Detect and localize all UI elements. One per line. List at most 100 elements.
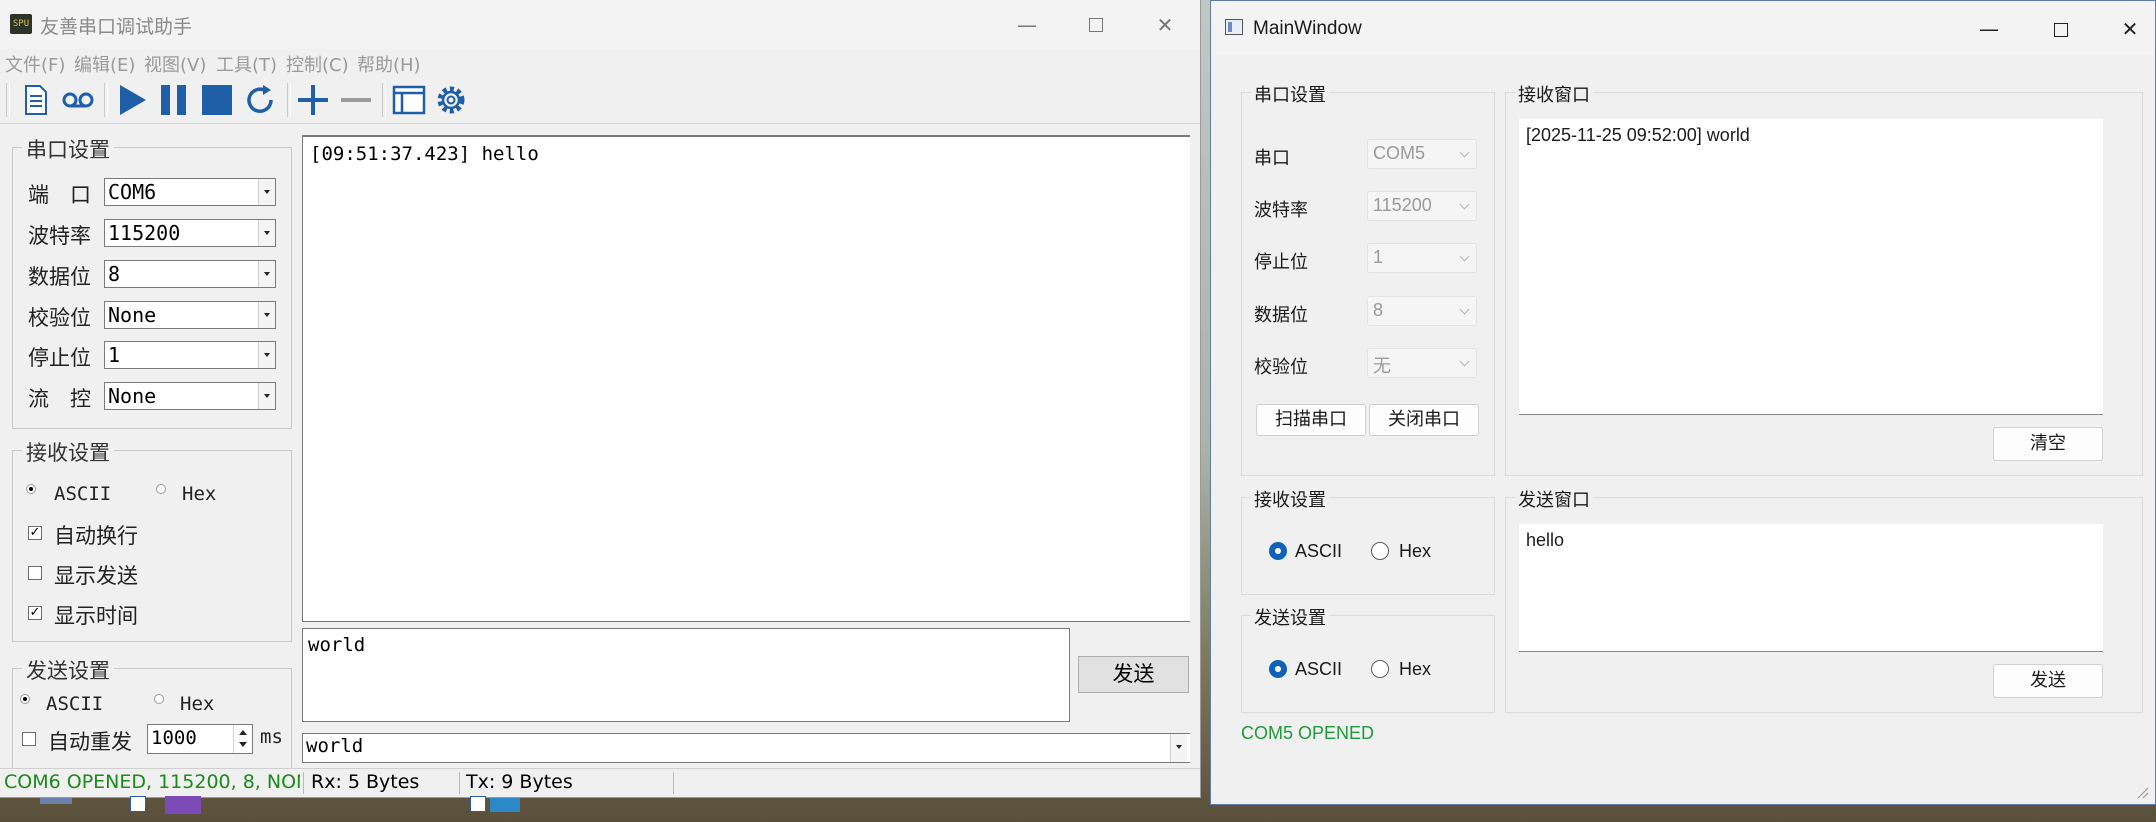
close-port-button[interactable]: 关闭串口 [1369, 404, 1479, 436]
show-time-label: 显示时间 [54, 604, 138, 628]
send-text-area[interactable]: world [302, 628, 1070, 722]
send-hex-radio[interactable] [1371, 660, 1389, 678]
title-bar: MainWindow — ✕ [1211, 1, 2155, 55]
stopbits-combo[interactable]: 1 [1367, 243, 1477, 273]
auto-newline-label: 自动换行 [54, 524, 138, 548]
recv-ascii-radio[interactable] [26, 484, 36, 494]
toolbar-grip [6, 83, 10, 117]
port-value: COM5 [1373, 143, 1426, 163]
new-file-icon[interactable] [18, 82, 54, 118]
flow-combo[interactable]: None [104, 382, 276, 410]
menu-edit[interactable]: 编辑(E) [74, 51, 135, 77]
desktop-icon [490, 798, 520, 812]
resize-grip-icon[interactable] [2135, 785, 2149, 799]
recv-hex-radio[interactable] [1371, 542, 1389, 560]
send-ascii-label: ASCII [1295, 659, 1343, 679]
recv-hex-label: Hex [1399, 541, 1432, 561]
toolbar-separator [104, 83, 108, 117]
refresh-icon[interactable] [242, 82, 278, 118]
menu-control[interactable]: 控制(C) [286, 51, 349, 77]
rx-count: Rx: 5 Bytes [311, 771, 420, 793]
send-settings-title: 发送设置 [1251, 604, 1329, 630]
auto-newline-checkbox[interactable]: ✓ [28, 526, 42, 540]
send-text-area[interactable]: hello [1519, 524, 2103, 652]
serial-settings-title: 串口设置 [1251, 81, 1329, 107]
clear-button[interactable]: 清空 [1993, 427, 2103, 461]
minus-icon[interactable] [338, 82, 374, 118]
maximize-icon [2054, 23, 2068, 37]
gear-icon[interactable] [433, 82, 469, 118]
show-send-checkbox[interactable] [28, 566, 42, 580]
parity-value: None [108, 303, 157, 327]
send-hex-radio[interactable] [154, 694, 164, 704]
window-icon[interactable] [391, 82, 427, 118]
maximize-button[interactable] [2040, 14, 2080, 44]
receive-text: [2025-11-25 09:52:00] world [1526, 125, 1750, 145]
spin-arrows-icon[interactable] [233, 725, 252, 753]
status-separator [459, 772, 460, 794]
port-label: 端 口 [28, 183, 91, 207]
port-combo[interactable]: COM6 [104, 178, 276, 206]
receive-text-area[interactable]: [2025-11-25 09:52:00] world [1519, 119, 2103, 415]
stop-icon[interactable] [199, 82, 235, 118]
receive-text: [09:51:37.423] hello [310, 143, 539, 165]
status-separator [673, 772, 674, 794]
send-ascii-radio[interactable] [1269, 660, 1287, 678]
chevron-down-icon [1459, 356, 1470, 367]
close-button[interactable]: ✕ [2110, 14, 2150, 44]
send-ascii-radio[interactable] [20, 694, 30, 704]
parity-value: 无 [1373, 356, 1391, 376]
minimize-button[interactable]: — [1969, 14, 2009, 44]
receive-settings-title: 接收设置 [22, 437, 114, 467]
play-icon[interactable] [114, 82, 150, 118]
receive-text-area[interactable]: [09:51:37.423] hello [302, 135, 1190, 622]
parity-combo[interactable]: 无 [1367, 348, 1477, 378]
scan-port-button[interactable]: 扫描串口 [1256, 404, 1366, 436]
send-window-title: 发送窗口 [1515, 486, 1593, 512]
port-combo[interactable]: COM5 [1367, 139, 1477, 169]
menu-file[interactable]: 文件(F) [5, 51, 65, 77]
menu-tools[interactable]: 工具(T) [216, 51, 277, 77]
send-text: hello [1526, 530, 1565, 550]
window-app-icon [1225, 19, 1243, 35]
window-title: 友善串口调试助手 [40, 16, 193, 38]
plus-icon[interactable] [295, 82, 331, 118]
send-history-combo[interactable]: world [302, 733, 1190, 763]
close-button[interactable]: ✕ [1145, 10, 1185, 40]
dropdown-arrow-icon [258, 179, 275, 205]
maximize-button[interactable] [1075, 10, 1115, 40]
port-label: 串口 [1254, 148, 1290, 169]
dropdown-arrow-icon [258, 261, 275, 287]
status-label: COM5 OPENED [1241, 723, 1375, 743]
app-logo-icon: SPU [10, 14, 32, 34]
baud-combo[interactable]: 115200 [1367, 191, 1477, 221]
baud-value: 115200 [108, 221, 181, 245]
main-window: MainWindow — ✕ 串口设置 串口 COM5 波特率 115200 停… [1210, 0, 2156, 805]
send-button[interactable]: 发送 [1993, 664, 2103, 698]
window-title: MainWindow [1253, 18, 1362, 39]
stopbits-combo[interactable]: 1 [104, 341, 276, 369]
recv-ascii-radio[interactable] [1269, 542, 1287, 560]
baud-label: 波特率 [28, 224, 91, 248]
toolbar-separator [382, 83, 386, 117]
stopbits-label: 停止位 [28, 346, 91, 370]
receive-settings-title: 接收设置 [1251, 486, 1329, 512]
databits-combo[interactable]: 8 [1367, 296, 1477, 326]
show-time-checkbox[interactable]: ✓ [28, 606, 42, 620]
minimize-button[interactable]: — [1007, 10, 1047, 40]
recv-hex-radio[interactable] [156, 484, 166, 494]
send-button[interactable]: 发送 [1078, 656, 1189, 693]
menu-help[interactable]: 帮助(H) [357, 51, 421, 77]
chevron-down-icon [1459, 304, 1470, 315]
pause-icon[interactable] [156, 82, 192, 118]
tape-icon[interactable] [60, 82, 96, 118]
parity-combo[interactable]: None [104, 301, 276, 329]
databits-combo[interactable]: 8 [104, 260, 276, 288]
dropdown-arrow-icon [258, 302, 275, 328]
chevron-down-icon [1459, 251, 1470, 262]
databits-label: 数据位 [1254, 305, 1308, 326]
resend-interval-spinbox[interactable]: 1000 [147, 724, 253, 754]
baud-combo[interactable]: 115200 [104, 219, 276, 247]
auto-resend-checkbox[interactable] [22, 732, 36, 746]
menu-view[interactable]: 视图(V) [144, 51, 206, 77]
